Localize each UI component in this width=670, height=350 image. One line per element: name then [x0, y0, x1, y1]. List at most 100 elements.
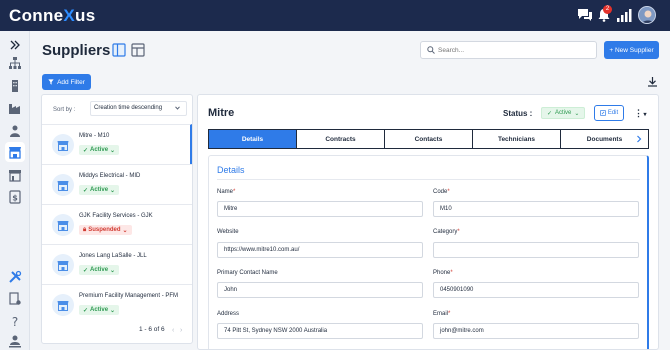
supplier-name: GJK Facility Services - GJK [79, 213, 153, 219]
email-label: Email* [433, 311, 451, 317]
name-field[interactable]: Mitre [217, 201, 423, 217]
chevron-down-icon [175, 106, 180, 110]
supplier-store-icon [52, 134, 74, 156]
svg-text:?: ? [12, 315, 18, 328]
edit-label: Edit [607, 110, 619, 116]
nav-settings-report[interactable] [5, 289, 25, 309]
nav-sites[interactable] [5, 98, 25, 118]
add-filter-button[interactable]: Add Filter [42, 74, 91, 90]
sort-value: Creation time descending [94, 105, 163, 111]
supplier-list-item[interactable]: Jones Lang LaSalle - JLL ✓ Active ⌄ [42, 244, 192, 284]
category-label: Category* [433, 229, 460, 235]
tab-contracts[interactable]: Contracts [296, 129, 385, 149]
new-supplier-button[interactable]: + New Supplier [604, 41, 659, 59]
supplier-list-item[interactable]: GJK Facility Services - GJK 🔒︎ Suspended ⌄ [42, 204, 192, 244]
search-icon [427, 46, 435, 54]
phone-label: Phone* [433, 270, 453, 276]
address-field[interactable]: 74 Pitt St, Sydney NSW 2000 Australia [217, 323, 423, 339]
shop-icon [9, 170, 21, 182]
check-icon: ✓ [83, 307, 89, 314]
detail-tabs: Details Contracts Contacts Technicians D… [208, 129, 649, 149]
nav-suppliers[interactable] [5, 142, 25, 162]
email-field[interactable]: john@mitre.com [433, 323, 639, 339]
more-options-button[interactable]: ⋮ ▾ [634, 108, 647, 119]
chevron-down-icon: ⌄ [110, 187, 116, 194]
edit-button[interactable]: Edit [594, 105, 624, 121]
supplier-store-icon [52, 214, 74, 236]
nav-stores[interactable] [5, 165, 25, 185]
status-badge[interactable]: ✓ Active ⌄ [79, 185, 120, 195]
signal-bars-icon[interactable] [616, 8, 632, 22]
search-input[interactable] [438, 44, 588, 56]
primary-contact-label: Primary Contact Name [217, 270, 278, 276]
chevron-down-icon: ⌄ [110, 147, 116, 154]
download-icon[interactable] [647, 76, 658, 87]
tab-technicians[interactable]: Technicians [472, 129, 561, 149]
tab-details[interactable]: Details [208, 129, 297, 149]
supplier-list-item[interactable]: Middys Electrical - MID ✓ Active ⌄ [42, 164, 192, 204]
status-value: Active [555, 110, 572, 116]
supplier-list-item[interactable]: Mitre - M10 ✓ Active ⌄ [42, 124, 192, 164]
status-label: Suspended [88, 227, 121, 233]
website-field[interactable]: https://www.mitre10.com.au/ [217, 242, 423, 258]
user-download-icon [9, 335, 21, 348]
user-avatar-image [639, 7, 655, 23]
nav-hierarchy[interactable] [5, 53, 25, 73]
primary-contact-field[interactable]: John [217, 282, 423, 298]
status-badge[interactable]: 🔒︎ Suspended ⌄ [79, 225, 132, 235]
nav-people[interactable] [5, 121, 25, 141]
add-filter-label: Add Filter [57, 78, 85, 86]
phone-field[interactable]: 0450901090 [433, 282, 639, 298]
user-avatar[interactable] [638, 6, 656, 24]
org-chart-icon [9, 57, 21, 69]
sort-select[interactable]: Creation time descending [90, 101, 187, 116]
nav-invoices[interactable]: $ [5, 187, 25, 207]
supplier-name: Premium Facility Management - PFM [79, 293, 179, 299]
supplier-detail-panel: Mitre Status : ✓ Active ⌄ Edit ⋮ ▾ Detai… [197, 94, 659, 350]
status-badge[interactable]: ✓ Active ⌄ [79, 265, 120, 275]
chevron-right-icon[interactable] [635, 135, 643, 143]
chevron-down-icon: ⌄ [122, 227, 128, 234]
search-box[interactable] [420, 41, 597, 59]
clipboard-gear-icon [9, 292, 21, 305]
nav-buildings[interactable] [5, 76, 25, 96]
tools-icon [9, 270, 22, 283]
top-navigation-bar: ConneXus 2 [0, 0, 670, 31]
expand-menu-button[interactable] [5, 35, 25, 55]
details-section: Details Name* Mitre Code* M10 Website ht… [208, 155, 649, 349]
people-icon [10, 125, 20, 137]
website-label: Website [217, 229, 239, 235]
chevron-right-icon[interactable]: › [180, 327, 182, 334]
code-field[interactable]: M10 [433, 201, 639, 217]
page-title: Suppliers [42, 42, 111, 59]
status-badge[interactable]: ✓ Active ⌄ [79, 145, 120, 155]
name-label: Name* [217, 189, 236, 195]
dollar-document-icon: $ [9, 190, 21, 204]
check-icon: ✓ [83, 187, 89, 194]
supplier-name: Middys Electrical - MID [79, 173, 141, 179]
grid-view-icon[interactable] [131, 43, 145, 57]
building-icon [12, 80, 18, 92]
tab-contacts[interactable]: Contacts [384, 129, 473, 149]
question-mark-icon: ? [12, 315, 18, 328]
supplier-store-icon [52, 294, 74, 316]
status-dropdown[interactable]: ✓ Active ⌄ [541, 107, 586, 119]
status-badge[interactable]: ✓ Active ⌄ [79, 305, 120, 315]
nav-tools[interactable] [5, 267, 25, 287]
section-title: Details [217, 165, 245, 175]
split-view-icon[interactable] [112, 43, 126, 57]
supplier-store-icon [52, 174, 74, 196]
left-navigation-rail: $ ? [0, 31, 30, 350]
edit-icon [600, 110, 606, 116]
category-field[interactable] [433, 242, 639, 258]
status-label: Active [90, 187, 109, 193]
chat-icon[interactable] [577, 8, 593, 22]
check-icon: ✓ [547, 110, 553, 117]
nav-help[interactable]: ? [5, 311, 25, 331]
supplier-list-item[interactable]: Premium Facility Management - PFM ✓ Activ… [42, 284, 192, 324]
chevron-left-icon[interactable]: ‹ [172, 327, 174, 334]
status-label: Active [90, 147, 109, 153]
nav-profile[interactable] [5, 331, 25, 350]
app-logo[interactable]: ConneXus [9, 6, 95, 26]
notification-count-badge: 2 [603, 5, 612, 14]
